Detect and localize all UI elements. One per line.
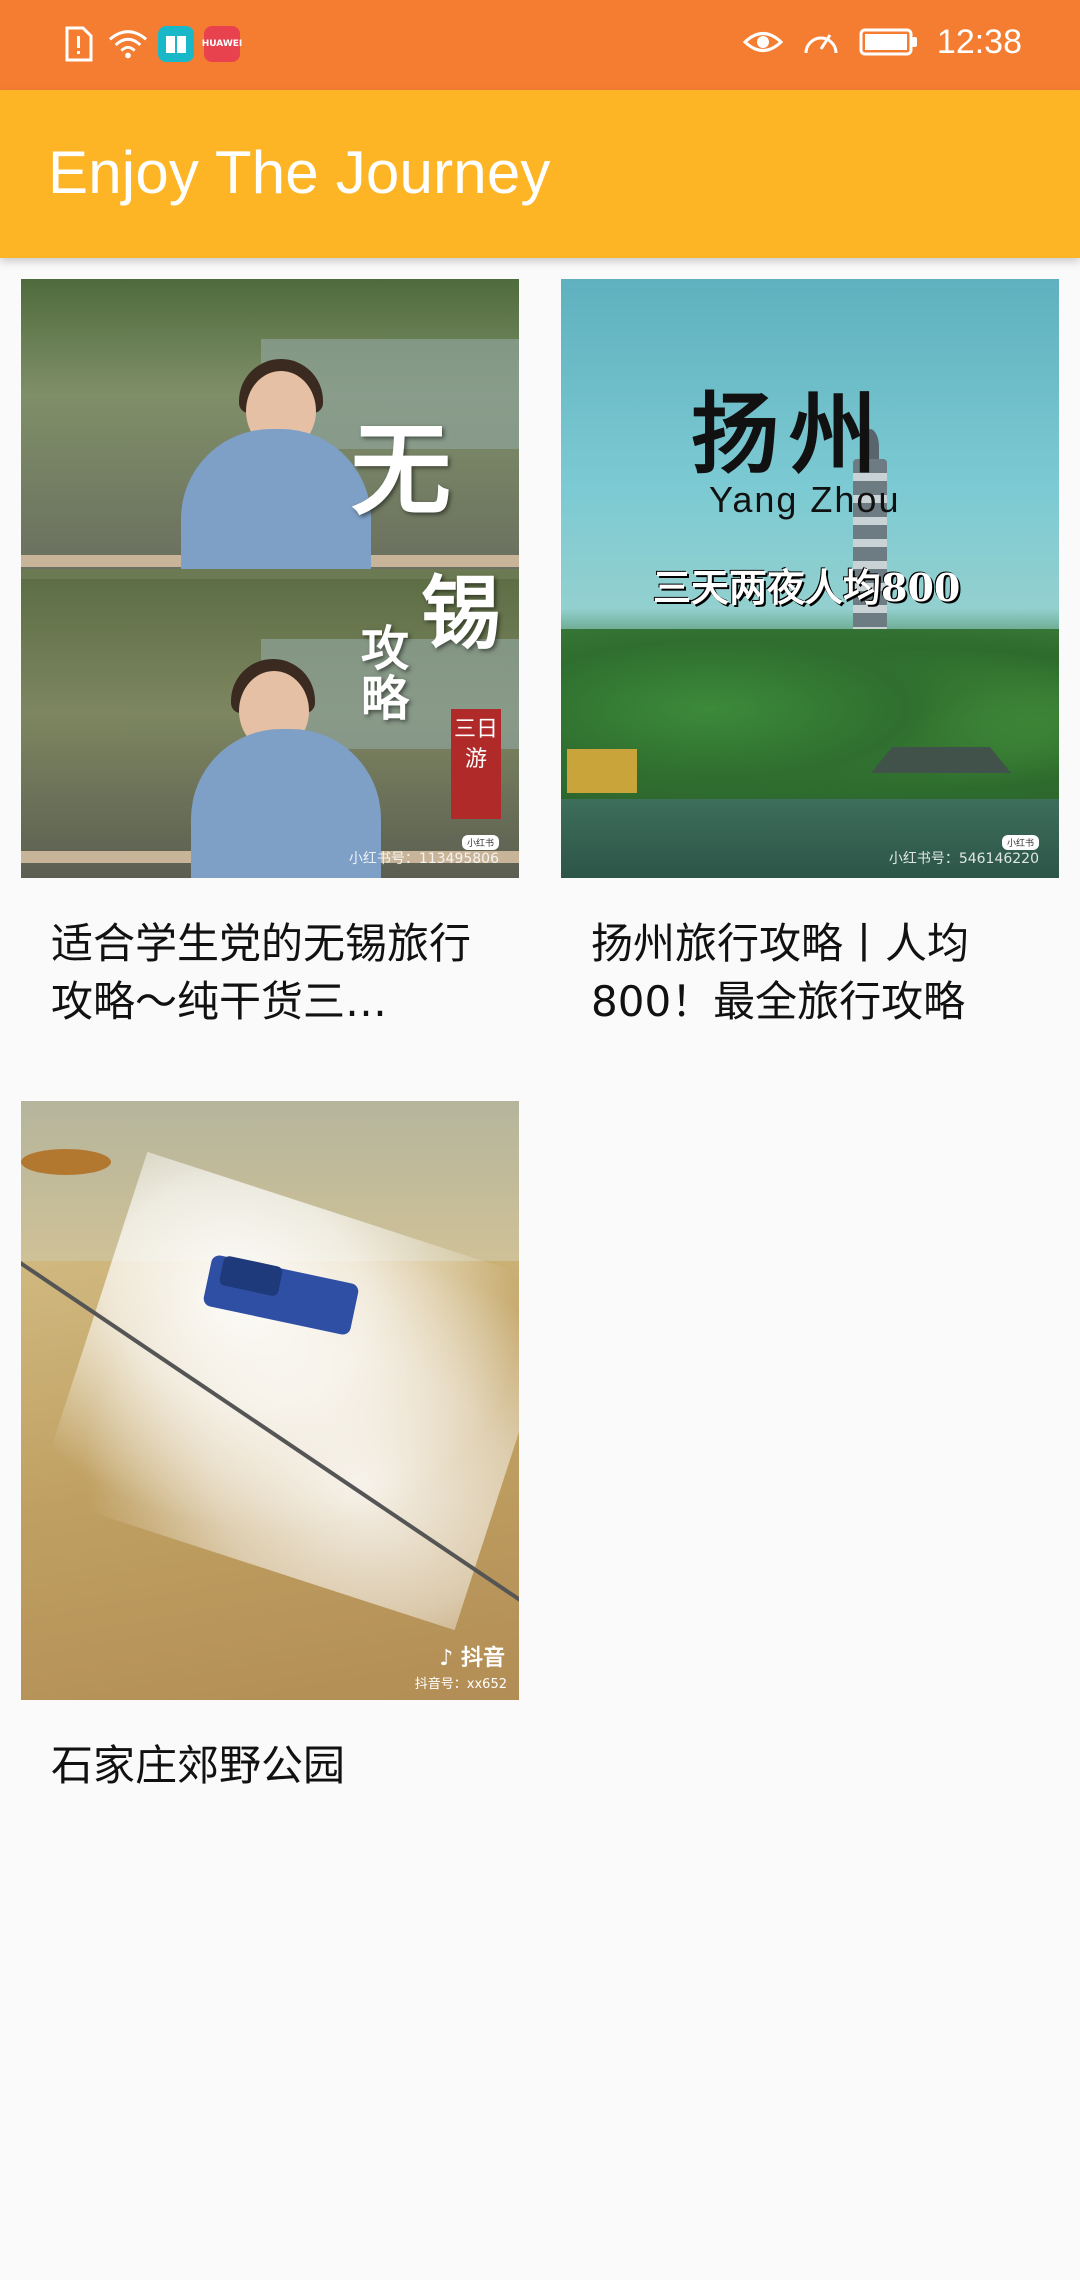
app-title: Enjoy The Journey — [48, 139, 551, 206]
travel-card-wuxi[interactable]: 无 锡 攻 略 三日游 小红书 小红书号：113495806 适合学生党的无锡旅… — [21, 279, 519, 1026]
image-watermark: 抖音号：xx652 — [414, 1677, 507, 1692]
wifi-icon — [108, 24, 148, 64]
book-app-icon — [158, 26, 194, 62]
douyin-brand: 抖音 — [460, 1646, 505, 1671]
status-time: 12:38 — [936, 22, 1022, 61]
yangzhou-latin: Yang Zhou — [709, 479, 901, 520]
seal-stamp: 三日游 — [451, 709, 501, 819]
eye-comfort-icon — [742, 22, 783, 62]
yangzhou-cover-image[interactable]: 扬州 Yang Zhou 三天两夜人均800 小红书 小红书号：54614622… — [561, 279, 1059, 878]
douyin-note-icon: ♪ — [439, 1646, 454, 1671]
speed-icon — [801, 22, 841, 62]
image-watermark: 小红书号：546146220 — [888, 851, 1039, 867]
yangzhou-calligraphy: 扬州 — [691, 382, 888, 486]
yangzhou-caption: 三天两夜人均800 — [653, 565, 961, 610]
status-bar: HUAWEI 12:38 — [0, 0, 1080, 90]
calligraphy-xi: 锡 — [421, 566, 501, 660]
card-title[interactable]: 适合学生党的无锡旅行攻略～纯干货三… — [51, 915, 491, 1031]
image-watermark: 小红书号：113495806 — [348, 851, 499, 867]
travel-card-yangzhou[interactable]: 扬州 Yang Zhou 三天两夜人均800 小红书 小红书号：54614622… — [561, 279, 1059, 1026]
douyin-logo: ♪ 抖音 — [439, 1640, 505, 1672]
app-bar: Enjoy The Journey — [0, 90, 1080, 258]
huawei-badge-text: HUAWEI — [201, 39, 243, 49]
huawei-store-icon: HUAWEI — [201, 26, 243, 62]
battery-icon — [859, 22, 919, 62]
shijiazhuang-cover-image[interactable]: ♪ 抖音 抖音号：xx652 — [21, 1101, 519, 1700]
travel-card-shijiazhuang[interactable]: ♪ 抖音 抖音号：xx652 石家庄郊野公园 — [21, 1101, 519, 1790]
card-title[interactable]: 扬州旅行攻略丨人均800！最全旅行攻略 — [591, 915, 1031, 1031]
card-title[interactable]: 石家庄郊野公园 — [51, 1737, 491, 1795]
wuxi-cover-image[interactable]: 无 锡 攻 略 三日游 小红书 小红书号：113495806 — [21, 279, 519, 878]
status-left-icons: HUAWEI — [58, 24, 243, 64]
status-right-icons: 12:38 — [742, 22, 1022, 62]
calligraphy-lue: 略 — [361, 671, 410, 727]
calligraphy-wu: 无 — [351, 411, 451, 529]
sim-alert-icon — [58, 24, 98, 64]
